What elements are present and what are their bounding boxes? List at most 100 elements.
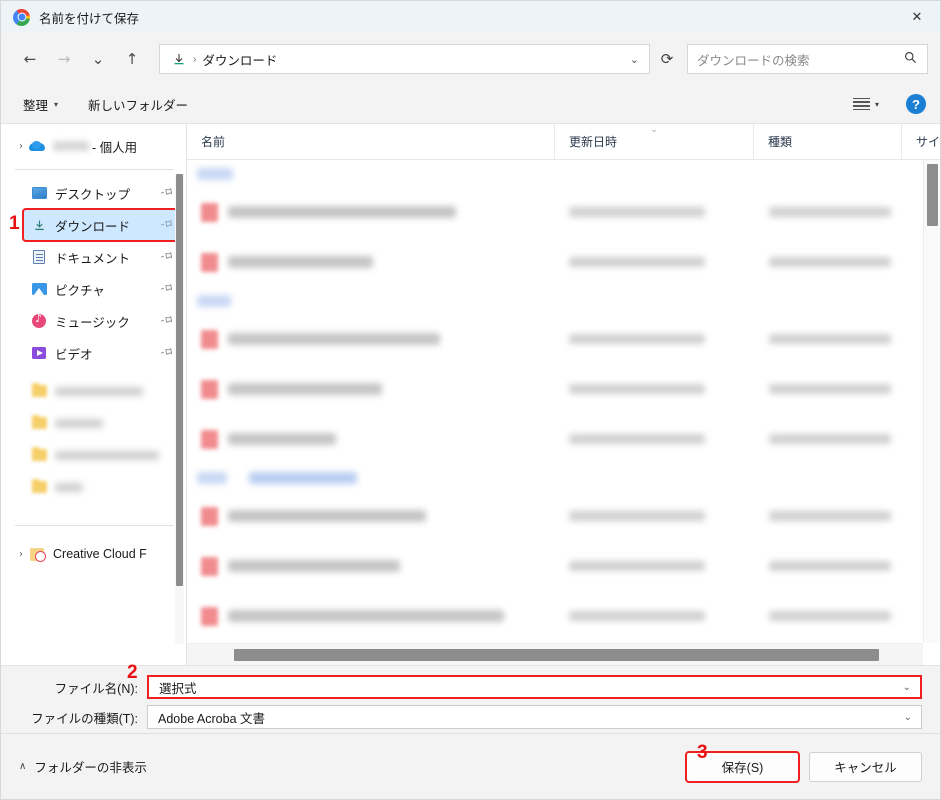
filename-input[interactable]: 選択式 ⌄ (147, 675, 922, 699)
annotation-marker-1: 1 (9, 213, 20, 234)
back-button[interactable]: ← (13, 42, 47, 76)
pictures-icon (31, 281, 47, 297)
sidebar-item-label: ミュージック (55, 315, 130, 330)
table-row[interactable] (187, 414, 940, 464)
sidebar-item-documents[interactable]: ドキュメント (23, 241, 182, 273)
filelist-vertical-scrollbar[interactable] (923, 160, 940, 643)
pin-icon[interactable] (158, 280, 175, 298)
sidebar-item-downloads[interactable]: ダウンロード (22, 208, 183, 242)
filelist-horizontal-scrollbar[interactable] (187, 643, 923, 665)
redacted-file-name (228, 256, 373, 268)
group-header-row[interactable] (187, 287, 940, 314)
chevron-down-icon[interactable]: ⌄ (904, 712, 912, 723)
chevron-right-icon[interactable]: › (13, 549, 29, 560)
view-mode-button[interactable]: ▾ (846, 93, 886, 115)
redacted-group-label (197, 471, 227, 484)
pin-icon[interactable] (158, 184, 175, 202)
chevron-down-icon: ▾ (54, 99, 59, 109)
table-row[interactable] (187, 591, 940, 641)
title-bar: 名前を付けて保存 ✕ (1, 1, 940, 33)
sidebar-item-redacted[interactable] (23, 375, 182, 407)
sidebar-scrollbar[interactable] (175, 174, 184, 644)
filetype-row: ファイルの種類(T): Adobe Acroba 文書 ⌄ (19, 705, 922, 729)
sidebar-item-creative-cloud[interactable]: › Creative Cloud F (5, 538, 182, 570)
redacted-type (769, 257, 891, 267)
chevron-down-icon[interactable]: ⌄ (630, 53, 639, 66)
table-row[interactable] (187, 541, 940, 591)
breadcrumb-separator: › (193, 53, 197, 65)
new-folder-button[interactable]: 新しいフォルダー (80, 90, 196, 119)
pin-icon[interactable] (158, 312, 175, 330)
filetype-select[interactable]: Adobe Acroba 文書 ⌄ (147, 705, 922, 729)
group-header-row[interactable] (187, 160, 940, 187)
redacted-label (55, 386, 143, 396)
table-row[interactable] (187, 314, 940, 364)
recent-locations-button[interactable]: ⌄ (81, 42, 115, 76)
breadcrumb[interactable]: ダウンロード (202, 50, 277, 69)
pdf-file-icon (201, 202, 218, 222)
documents-icon (31, 249, 47, 265)
redacted-type (769, 384, 891, 394)
redacted-type (769, 334, 891, 344)
sidebar-item-redacted[interactable] (23, 439, 182, 471)
file-list-pane: 名前 ⌄ 更新日時 種類 サイズ (186, 124, 940, 665)
redacted-file-name (228, 510, 426, 522)
horizontal-scrollbar-thumb[interactable] (234, 649, 879, 661)
music-icon (31, 312, 47, 329)
command-toolbar: 整理 ▾ 新しいフォルダー ▾ ? (1, 85, 940, 123)
sidebar-item-label: デスクトップ (55, 187, 131, 202)
group-header-row[interactable] (187, 464, 940, 491)
pin-icon[interactable] (158, 248, 175, 266)
videos-icon (31, 345, 47, 361)
refresh-icon[interactable]: ⟳ (651, 44, 683, 74)
window-title: 名前を付けて保存 (39, 11, 140, 26)
redacted-label (55, 418, 103, 428)
pin-icon[interactable] (158, 216, 175, 234)
cancel-button[interactable]: キャンセル (809, 751, 922, 782)
table-row[interactable] (187, 187, 940, 237)
table-row[interactable] (187, 364, 940, 414)
search-placeholder: ダウンロードの検索 (697, 53, 810, 68)
annotation-marker-2: 2 (127, 662, 138, 683)
sidebar-item-onedrive[interactable]: › - 個人用 (5, 130, 182, 162)
sidebar-scrollbar-thumb[interactable] (176, 174, 183, 586)
pin-icon[interactable] (158, 344, 175, 362)
column-header-size[interactable]: サイズ (902, 124, 940, 160)
address-bar[interactable]: › ダウンロード ⌄ (159, 44, 650, 74)
download-icon (31, 217, 47, 233)
help-icon[interactable]: ? (906, 94, 926, 114)
filename-row: ファイル名(N): 選択式 ⌄ (19, 675, 922, 699)
search-input[interactable]: ダウンロードの検索 (687, 44, 928, 74)
sidebar-item-redacted[interactable] (23, 471, 182, 503)
dialog-body: › - 個人用 デスクトップ ダウンロード ドキュメント ピクチャ ♪ ミュージ… (1, 123, 940, 665)
hide-folders-button[interactable]: ∧ フォルダーの非表示 (19, 757, 147, 776)
column-header-type[interactable]: 種類 (754, 124, 902, 160)
up-button[interactable]: ↑ (115, 42, 149, 76)
redacted-label (55, 482, 83, 492)
folder-icon (31, 446, 47, 463)
forward-button[interactable]: → (47, 42, 81, 76)
organize-button[interactable]: 整理 ▾ (15, 90, 66, 119)
column-header-name[interactable]: 名前 (187, 124, 555, 160)
sidebar-item-redacted[interactable] (23, 407, 182, 439)
table-row[interactable] (187, 237, 940, 287)
chevron-down-icon[interactable]: ⌄ (903, 682, 911, 693)
search-icon (904, 51, 917, 68)
folder-icon (31, 414, 47, 431)
vertical-scrollbar-thumb[interactable] (927, 164, 938, 226)
sidebar-item-videos[interactable]: ビデオ (23, 337, 182, 369)
redacted-type (769, 511, 891, 521)
sidebar-item-music[interactable]: ミュージック (23, 305, 182, 337)
column-headers: 名前 ⌄ 更新日時 種類 サイズ (187, 124, 940, 160)
sidebar-item-desktop[interactable]: デスクトップ (23, 177, 182, 209)
sidebar-item-pictures[interactable]: ピクチャ (23, 273, 182, 305)
column-header-date[interactable]: ⌄ 更新日時 (555, 124, 754, 160)
table-row[interactable] (187, 491, 940, 541)
redacted-file-name (228, 560, 400, 572)
redacted-file-name (228, 610, 504, 622)
sort-chevron-icon: ⌄ (650, 124, 658, 135)
close-icon[interactable]: ✕ (894, 1, 940, 33)
chevron-right-icon[interactable]: › (13, 141, 29, 152)
save-form: ファイル名(N): 選択式 ⌄ ファイルの種類(T): Adobe Acroba… (1, 665, 940, 733)
folder-icon (31, 382, 47, 399)
